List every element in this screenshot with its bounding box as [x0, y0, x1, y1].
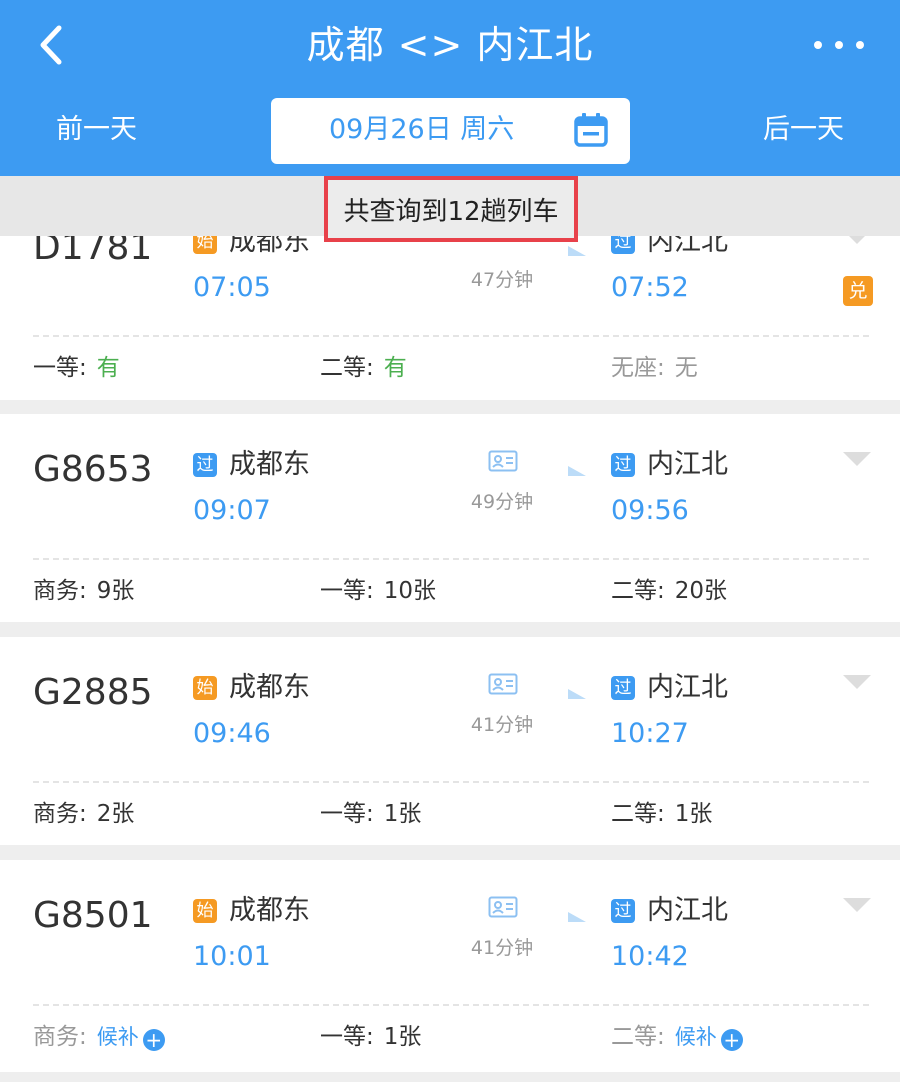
origin-badge: 始 — [193, 676, 217, 700]
seat-second-class[interactable]: 二等: 候补 + — [611, 1021, 743, 1053]
result-count-text: 共查询到12趟列车 — [343, 196, 559, 227]
departure-time: 07:05 — [193, 272, 271, 303]
pass-badge: 过 — [193, 453, 217, 477]
chevron-down-icon[interactable] — [843, 452, 871, 468]
arrival-time: 10:27 — [611, 718, 689, 749]
date-label: 09月26日 周六 — [329, 114, 515, 145]
travel-duration: 41分钟 — [470, 714, 534, 736]
seat-business[interactable]: 商务: 候补 + — [33, 1021, 165, 1053]
chevron-down-icon[interactable] — [843, 675, 871, 691]
travel-duration: 49分钟 — [470, 491, 534, 513]
departure-station: 成都东 — [229, 449, 310, 480]
add-waitlist-icon[interactable]: + — [720, 1029, 743, 1051]
pass-badge: 过 — [611, 453, 635, 477]
result-count-bar: 共查询到12趟列车 — [0, 176, 900, 242]
departure-time: 09:07 — [193, 495, 271, 526]
route-title: 成都 <> 内江北 — [306, 23, 594, 67]
train-number: G8501 — [33, 895, 153, 936]
seat-first-class: 一等: 有 — [33, 355, 120, 381]
arrival-time: 07:52 — [611, 272, 689, 303]
chevron-down-icon[interactable] — [843, 898, 871, 914]
date-selector[interactable]: 09月26日 周六 — [271, 98, 630, 164]
departure-station: 成都东 — [229, 672, 310, 703]
arrival-station: 内江北 — [647, 895, 728, 926]
arrow-icon — [418, 912, 586, 922]
travel-duration: 47分钟 — [470, 269, 534, 291]
arrow-icon — [418, 246, 586, 256]
seat-business: 商务: 9张 — [33, 578, 135, 604]
divider — [33, 1004, 869, 1006]
divider — [33, 781, 869, 783]
origin-badge: 始 — [193, 899, 217, 923]
more-menu-icon[interactable] — [814, 32, 864, 58]
add-waitlist-icon[interactable]: + — [142, 1029, 165, 1051]
pass-badge: 过 — [611, 899, 635, 923]
divider — [33, 558, 869, 560]
arrival-station: 内江北 — [647, 449, 728, 480]
next-day-button[interactable]: 后一天 — [763, 110, 844, 150]
departure-time: 09:46 — [193, 718, 271, 749]
seat-second-class: 二等: 1张 — [611, 801, 713, 827]
arrival-time: 10:42 — [611, 941, 689, 972]
previous-day-button[interactable]: 前一天 — [56, 110, 137, 150]
seat-first-class: 一等: 1张 — [320, 801, 422, 827]
arrow-icon — [418, 466, 586, 476]
departure-station: 成都东 — [229, 895, 310, 926]
seat-first-class: 一等: 10张 — [320, 578, 437, 604]
train-number: G2885 — [33, 672, 153, 713]
train-card[interactable]: G8653 过 成都东 09:07 49分钟 过 内江北 09:56 商务: 9张… — [0, 414, 900, 622]
seat-business: 商务: 2张 — [33, 801, 135, 827]
departure-time: 10:01 — [193, 941, 271, 972]
calendar-icon — [574, 113, 608, 147]
travel-duration: 41分钟 — [470, 937, 534, 959]
seat-first-class: 一等: 1张 — [320, 1024, 422, 1050]
train-card[interactable]: G8501 始 成都东 10:01 41分钟 过 内江北 10:42 商务: 候补… — [0, 860, 900, 1072]
arrival-station: 内江北 — [647, 672, 728, 703]
arrow-icon — [418, 689, 586, 699]
result-count-highlight: 共查询到12趟列车 — [324, 176, 578, 242]
top-bar: 成都 <> 内江北 前一天 09月26日 周六 后一天 — [0, 0, 900, 176]
arrival-time: 09:56 — [611, 495, 689, 526]
seat-second-class: 二等: 20张 — [611, 578, 728, 604]
pass-badge: 过 — [611, 676, 635, 700]
seat-second-class: 二等: 有 — [320, 355, 407, 381]
train-card[interactable]: G2885 始 成都东 09:46 41分钟 过 内江北 10:27 商务: 2张… — [0, 637, 900, 845]
exchange-badge: 兑 — [843, 276, 873, 306]
divider — [33, 335, 869, 337]
train-number: G8653 — [33, 449, 153, 490]
seat-no-seat: 无座: 无 — [611, 355, 698, 381]
